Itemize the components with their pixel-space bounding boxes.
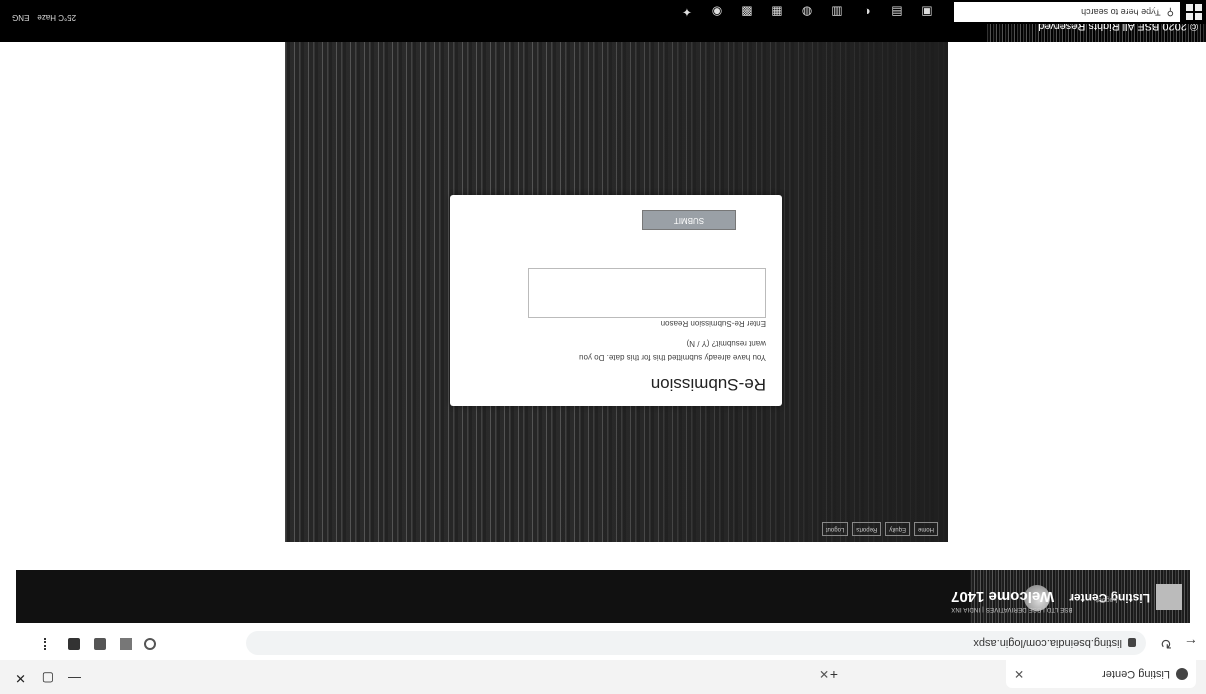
minimize-button[interactable]: — [68, 671, 81, 686]
browser-tab-bar: Listing Center ✕ ✕ + — ▢ ✕ [0, 659, 1206, 694]
bse-logo [1156, 584, 1182, 610]
address-text: listing.bseindia.com/login.aspx [973, 637, 1122, 649]
welcome-text: Welcome 1407 [951, 588, 1055, 605]
back-arrow-icon[interactable]: ← [1184, 636, 1198, 652]
tab-close-icon[interactable]: ✕ [819, 667, 829, 681]
close-window-button[interactable]: ✕ [15, 670, 26, 686]
clock-time: 10:39 [1125, 13, 1146, 22]
mail-icon[interactable]: ▥ [828, 3, 846, 21]
taskbar: ⚲ Type here to search ▣ ▤ ◐ ▥ ◍ ▦ ▩ ◉ ✦ … [0, 0, 1206, 24]
address-bar[interactable]: listing.bseindia.com/login.aspx [246, 631, 1146, 655]
content-toolbar: Home Equity Reports Logout [738, 522, 938, 536]
menu-icon[interactable] [42, 638, 46, 650]
resubmission-dialog: Re-Submission You have already submitted… [450, 195, 782, 406]
extension-icon[interactable] [120, 638, 132, 650]
tab-secondary[interactable]: ✕ [811, 660, 1001, 688]
zoom-icon[interactable] [144, 638, 156, 650]
screen: Listing Center ✕ ✕ + — ▢ ✕ ← ↻ listing.b… [0, 0, 1206, 694]
language-text[interactable]: ENG [12, 13, 29, 22]
lock-icon [1128, 638, 1136, 648]
welcome-subtitle: BSE LTD | BSE DERIVATIVES | INDIA INX [951, 606, 1073, 612]
profile-icon[interactable] [68, 638, 80, 650]
dialog-title: Re-Submission [650, 375, 766, 394]
powerpoint-icon[interactable]: ◉ [708, 3, 726, 21]
toolbar-item[interactable]: Logout [821, 522, 849, 536]
windows-start-icon[interactable] [1186, 4, 1202, 20]
clock-date: 12-09-2022 [1125, 3, 1166, 12]
edge-icon[interactable]: ◐ [858, 3, 876, 21]
reason-textarea[interactable] [528, 268, 766, 318]
sidebar-icon[interactable] [94, 638, 106, 650]
search-icon: ⚲ [1166, 6, 1174, 18]
taskbar-clock[interactable]: 10:39 12-09-2022 [1125, 2, 1166, 22]
toolbar-item[interactable]: Equity [885, 522, 910, 536]
toolbar-item[interactable]: Reports [852, 522, 882, 536]
app-header: Listing Center BSE LTD | BSE DERIVATIVES… [16, 570, 1190, 623]
system-tray: 25°C Haze ENG [12, 13, 76, 22]
dialog-message-line2: want resubmit? (Y / N) [686, 339, 766, 348]
reload-icon[interactable]: ↻ [1160, 635, 1172, 652]
toolbar-item[interactable]: Home [913, 522, 938, 536]
new-tab-button[interactable]: + [830, 667, 838, 683]
dialog-message-line1: You have already submitted this for this… [579, 353, 766, 362]
reason-label: Enter Re-Submission Reason [660, 319, 766, 328]
maximize-button[interactable]: ▢ [42, 670, 54, 686]
excel-icon[interactable]: ▩ [738, 3, 756, 21]
task-view-icon[interactable]: ▣ [918, 3, 936, 21]
logout-link[interactable]: Logout [1096, 596, 1117, 603]
word-icon[interactable]: ▦ [768, 3, 786, 21]
submit-button[interactable]: SUBMIT [642, 210, 736, 230]
explorer-icon[interactable]: ▤ [888, 3, 906, 21]
browser-nav-bar: ← ↻ listing.bseindia.com/login.aspx [0, 626, 1206, 660]
tab-label: Listing Center [1102, 668, 1170, 680]
tab-close-icon[interactable]: ✕ [1014, 667, 1024, 681]
chrome-icon[interactable]: ◍ [798, 3, 816, 21]
tab-listing-center[interactable]: Listing Center ✕ [1006, 660, 1196, 688]
settings-icon[interactable]: ✦ [678, 3, 696, 21]
weather-text[interactable]: 25°C Haze [37, 13, 76, 22]
site-favicon-icon [1176, 668, 1188, 680]
